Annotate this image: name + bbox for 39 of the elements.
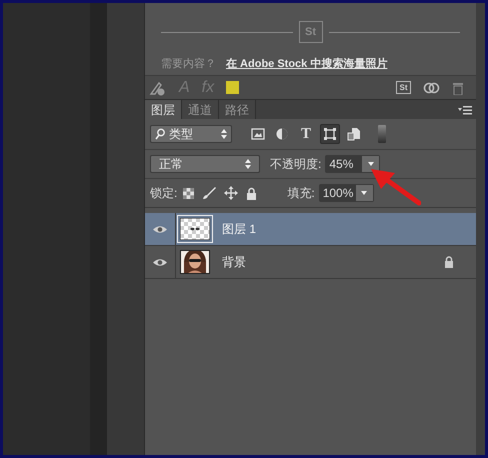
- blend-mode-dropdown[interactable]: 正常: [150, 155, 260, 173]
- filter-dropdown[interactable]: 类型: [150, 125, 232, 143]
- layer-name: 图层 1: [222, 221, 256, 238]
- cloud-library-icon[interactable]: [423, 80, 440, 94]
- panel-tab[interactable]: 路径: [219, 100, 256, 119]
- color-swatch[interactable]: [226, 81, 240, 94]
- updown-icon: [221, 129, 227, 139]
- trash-icon[interactable]: [452, 80, 464, 94]
- checkerboard-icon[interactable]: [183, 188, 194, 198]
- panel-tab[interactable]: 通道: [182, 100, 219, 119]
- layer-name: 背景: [222, 254, 246, 271]
- blend-mode-value: 正常: [159, 158, 184, 170]
- panel-tab[interactable]: 图层: [145, 100, 182, 119]
- arrow-icon: [369, 167, 421, 207]
- eye-icon[interactable]: [153, 224, 167, 234]
- image-filter-icon: [251, 127, 265, 141]
- stock-link[interactable]: 在 Adobe Stock 中搜索海量照片: [226, 56, 388, 72]
- shape-filter-button[interactable]: [320, 124, 340, 144]
- filter-value: 类型: [169, 128, 194, 140]
- lock-icon[interactable]: [246, 186, 258, 200]
- shape-filter-icon: [323, 127, 337, 141]
- lock-label: 锁定:: [150, 185, 178, 202]
- layer-row[interactable]: 图层 1: [145, 213, 476, 246]
- updown-icon: [245, 159, 251, 169]
- opacity-label: 不透明度:: [270, 156, 322, 173]
- filter-toggle[interactable]: [378, 125, 386, 143]
- fill-label: 填充:: [287, 185, 315, 202]
- layer-thumbnail: [180, 218, 210, 240]
- move-icon[interactable]: [224, 186, 238, 200]
- adjust-filter-icon: [275, 127, 289, 141]
- lock-icon[interactable]: [444, 256, 454, 268]
- search-icon: [155, 128, 165, 140]
- layer-row[interactable]: 背景: [145, 246, 476, 279]
- stock-button[interactable]: St: [396, 81, 411, 94]
- smart-filter-icon: [347, 127, 361, 141]
- type-filter-button[interactable]: T: [296, 124, 316, 144]
- prompt-text: 需要内容？: [161, 56, 216, 72]
- eye-icon[interactable]: [153, 258, 167, 266]
- menu-icon[interactable]: [458, 105, 472, 115]
